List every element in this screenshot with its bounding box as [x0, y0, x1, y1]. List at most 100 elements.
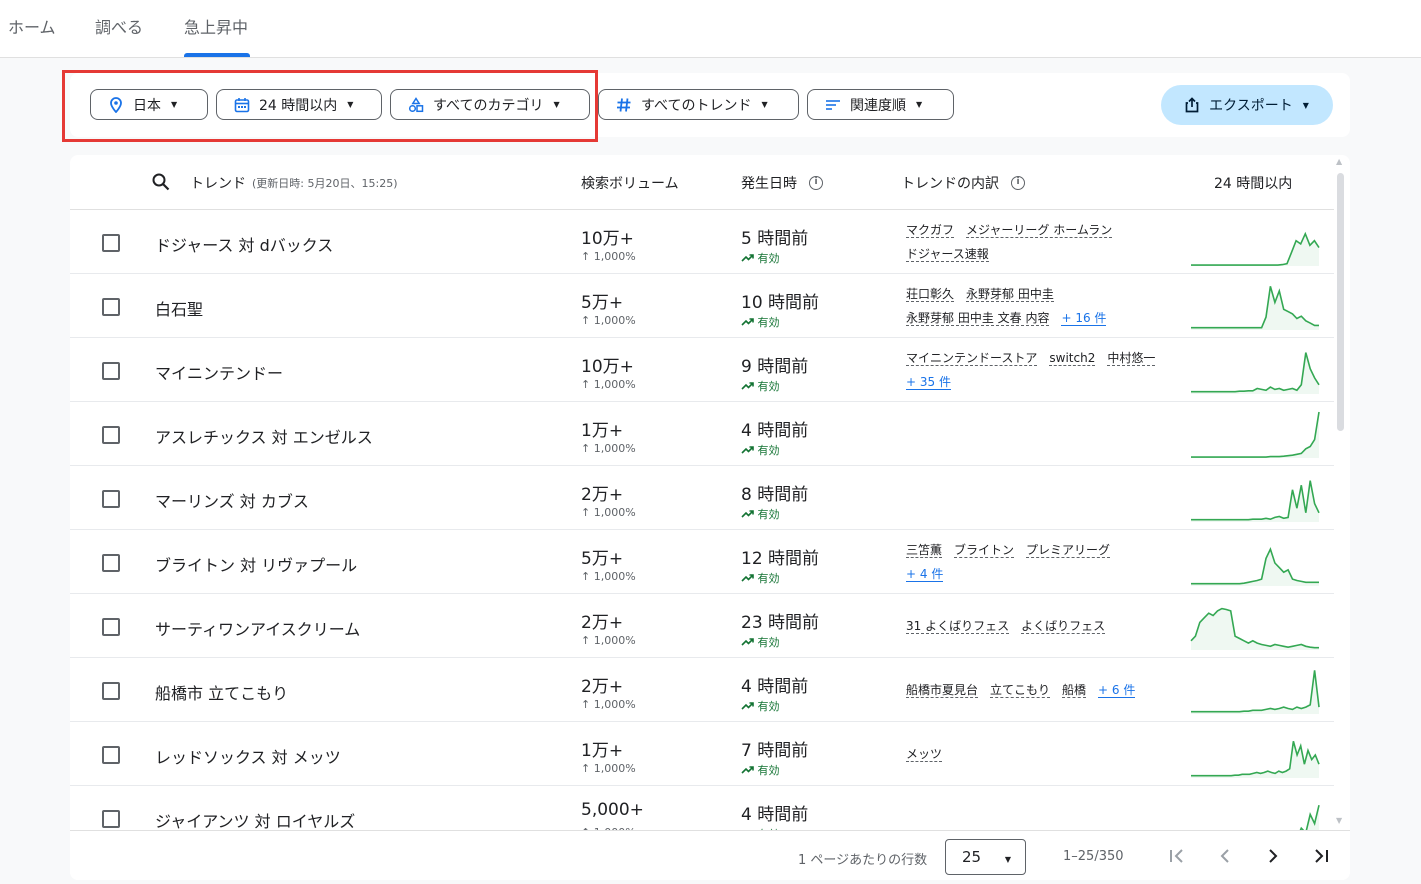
table-row[interactable]: 白石聖 5万+ ↑ 1,000% 10 時間前 有効 荘口彰久 永野芽郁 田中圭 永野芽郁 …	[70, 274, 1334, 338]
row-checkbox[interactable]	[102, 426, 120, 444]
row-checkbox[interactable]	[102, 298, 120, 316]
row-checkbox[interactable]	[102, 746, 120, 764]
sort-filter-button[interactable]: 関連度順 ▼	[807, 89, 954, 120]
breakdown-tag[interactable]: 三笘薫	[906, 543, 943, 558]
sparkline-area	[1191, 233, 1319, 266]
growth-value: 1,000%	[593, 250, 636, 263]
category-filter-button[interactable]: すべてのカテゴリ ▼	[390, 89, 590, 120]
scroll-down-arrow[interactable]: ▼	[1336, 816, 1342, 825]
info-icon[interactable]: i	[1011, 176, 1025, 190]
trend-title[interactable]: ブライトン 対 リヴァプール	[155, 552, 357, 576]
table-row[interactable]: アスレチックス 対 エンゼルス 1万+ ↑ 1,000% 4 時間前 有効	[70, 402, 1334, 466]
rows-per-page-select[interactable]: 25 ▼	[945, 839, 1026, 875]
breakdown-tag[interactable]: 中村悠一	[1107, 351, 1156, 366]
search-volume: 10万+	[581, 357, 634, 377]
breakdown-tag[interactable]: ドジャース速報	[906, 247, 989, 262]
breakdown-tag[interactable]: プレミアリーグ	[1026, 543, 1111, 558]
arrow-up-icon: ↑	[581, 698, 594, 711]
breakdown-tag[interactable]: マイニンテンドーストア	[906, 351, 1038, 366]
scrollbar-thumb[interactable]	[1337, 173, 1344, 431]
breakdown-tag[interactable]: マクガフ	[906, 223, 955, 238]
chevron-right-icon	[1269, 849, 1278, 863]
trend-title[interactable]: マイニンテンドー	[155, 360, 283, 384]
table-row[interactable]: ジャイアンツ 対 ロイヤルズ5,000+↑ 1,000%4 時間前 有効	[70, 786, 1334, 830]
tab-explore[interactable]: 調べる	[95, 14, 143, 38]
header-search-volume[interactable]: 検索ボリューム	[581, 173, 679, 193]
table-row[interactable]: 船橋市 立てこもり 2万+ ↑ 1,000% 4 時間前 有効 船橋市夏見台 立てこもり船…	[70, 658, 1334, 722]
next-page-button[interactable]	[1258, 841, 1288, 871]
more-breakdown-link[interactable]: + 4 件	[906, 567, 944, 582]
export-label: エクスポート	[1209, 98, 1293, 114]
search-volume: 2万+	[581, 677, 624, 697]
more-breakdown-link[interactable]: + 16 件	[1061, 311, 1107, 326]
table-row[interactable]: マイニンテンドー 10万+ ↑ 1,000% 9 時間前 有効 マイニンテンドーストア s…	[70, 338, 1334, 402]
breakdown-tag[interactable]: 船橋	[1062, 683, 1087, 698]
trend-title[interactable]: サーティワンアイスクリーム	[155, 616, 360, 640]
table-row[interactable]: ドジャース 対 dバックス 10万+ ↑ 1,000% 5 時間前 有効 マクガフ メジャ…	[70, 210, 1334, 274]
header-started[interactable]: 発生日時 i	[741, 173, 823, 193]
table-row[interactable]: サーティワンアイスクリーム 2万+ ↑ 1,000% 23 時間前 有効 31 よくばり…	[70, 594, 1334, 658]
breakdown-tag[interactable]: よくばりフェス	[1021, 619, 1106, 634]
export-button[interactable]: エクスポート ▼	[1161, 85, 1333, 125]
trend-breakdown: 三笘薫 ブライトン プレミアリーグ + 4 件	[906, 538, 1166, 586]
trend-title[interactable]: ドジャース 対 dバックス	[155, 232, 333, 256]
trend-title[interactable]: 白石聖	[155, 296, 203, 320]
row-checkbox[interactable]	[102, 490, 120, 508]
breakdown-tag[interactable]: 船橋市夏見台	[906, 683, 979, 698]
row-checkbox[interactable]	[102, 554, 120, 572]
row-checkbox[interactable]	[102, 810, 120, 828]
region-filter-button[interactable]: 日本 ▼	[90, 89, 208, 120]
breakdown-tag[interactable]: 永野芽郁 田中圭 文春 内容	[906, 311, 1050, 326]
table-row[interactable]: ブライトン 対 リヴァプール 5万+ ↑ 1,000% 12 時間前 有効 三笘薫 ブライ…	[70, 530, 1334, 594]
hashtag-icon	[615, 96, 633, 114]
status-badge: 有効	[741, 378, 780, 394]
row-checkbox[interactable]	[102, 682, 120, 700]
sparkline-chart	[1191, 231, 1320, 266]
tab-home[interactable]: ホーム	[8, 14, 56, 38]
table-row[interactable]: レッドソックス 対 メッツ 1万+ ↑ 1,000% 7 時間前 有効 メッツ	[70, 722, 1334, 786]
trend-title[interactable]: ジャイアンツ 対 ロイヤルズ	[155, 808, 355, 830]
tab-trending[interactable]: 急上昇中	[184, 14, 248, 38]
prev-page-button[interactable]	[1210, 841, 1240, 871]
first-page-icon	[1170, 849, 1183, 863]
breakdown-tag[interactable]: 31 よくばりフェス	[906, 619, 1010, 634]
growth-value: 1,000%	[593, 442, 636, 455]
status-badge: 有効	[741, 570, 780, 586]
breakdown-tag[interactable]: switch2	[1049, 351, 1096, 366]
sparkline-chart	[1191, 670, 1320, 714]
row-checkbox[interactable]	[102, 362, 120, 380]
breakdown-tag[interactable]: 荘口彰久	[906, 287, 955, 302]
share-upload-icon	[1185, 97, 1199, 113]
status-badge: 有効	[741, 442, 780, 458]
trend-breakdown: 荘口彰久 永野芽郁 田中圭永野芽郁 田中圭 文春 内容 + 16 件	[906, 282, 1166, 330]
breakdown-tag[interactable]: 立てこもり	[990, 683, 1051, 698]
trend-title[interactable]: アスレチックス 対 エンゼルス	[155, 424, 373, 448]
more-breakdown-link[interactable]: + 6 件	[1098, 683, 1136, 698]
breakdown-tag[interactable]: ブライトン	[954, 543, 1015, 558]
status-badge: 有効	[741, 506, 780, 522]
status-badge: 有効	[741, 634, 780, 650]
trend-title[interactable]: レッドソックス 対 メッツ	[155, 744, 341, 768]
started-time: 8 時間前	[741, 485, 809, 505]
trend-title[interactable]: 船橋市 立てこもり	[155, 680, 288, 704]
scroll-up-arrow[interactable]: ▲	[1336, 157, 1342, 166]
header-breakdown-label: トレンドの内訳	[901, 176, 999, 192]
breakdown-tag[interactable]: 永野芽郁 田中圭	[966, 287, 1054, 302]
trend-title[interactable]: マーリンズ 対 カブス	[155, 488, 309, 512]
time-filter-label: 24 時間以内	[259, 97, 338, 114]
more-breakdown-link[interactable]: + 35 件	[906, 375, 951, 390]
row-checkbox[interactable]	[102, 618, 120, 636]
search-icon[interactable]	[152, 173, 170, 195]
trending-up-icon	[741, 380, 758, 393]
last-page-button[interactable]	[1306, 841, 1336, 871]
time-filter-button[interactable]: 24 時間以内 ▼	[216, 89, 382, 120]
breakdown-tag[interactable]: メジャーリーグ ホームラン	[966, 223, 1113, 238]
info-icon[interactable]: i	[809, 176, 823, 190]
row-checkbox[interactable]	[102, 234, 120, 252]
table-row[interactable]: マーリンズ 対 カブス 2万+ ↑ 1,000% 8 時間前 有効	[70, 466, 1334, 530]
header-trend[interactable]: トレンド (更新日時: 5月20日、15:25)	[190, 173, 397, 193]
breakdown-tag[interactable]: メッツ	[906, 747, 943, 762]
sparkline-chart	[1191, 411, 1320, 458]
trend-type-filter-button[interactable]: すべてのトレンド ▼	[598, 89, 799, 120]
first-page-button[interactable]	[1162, 841, 1192, 871]
